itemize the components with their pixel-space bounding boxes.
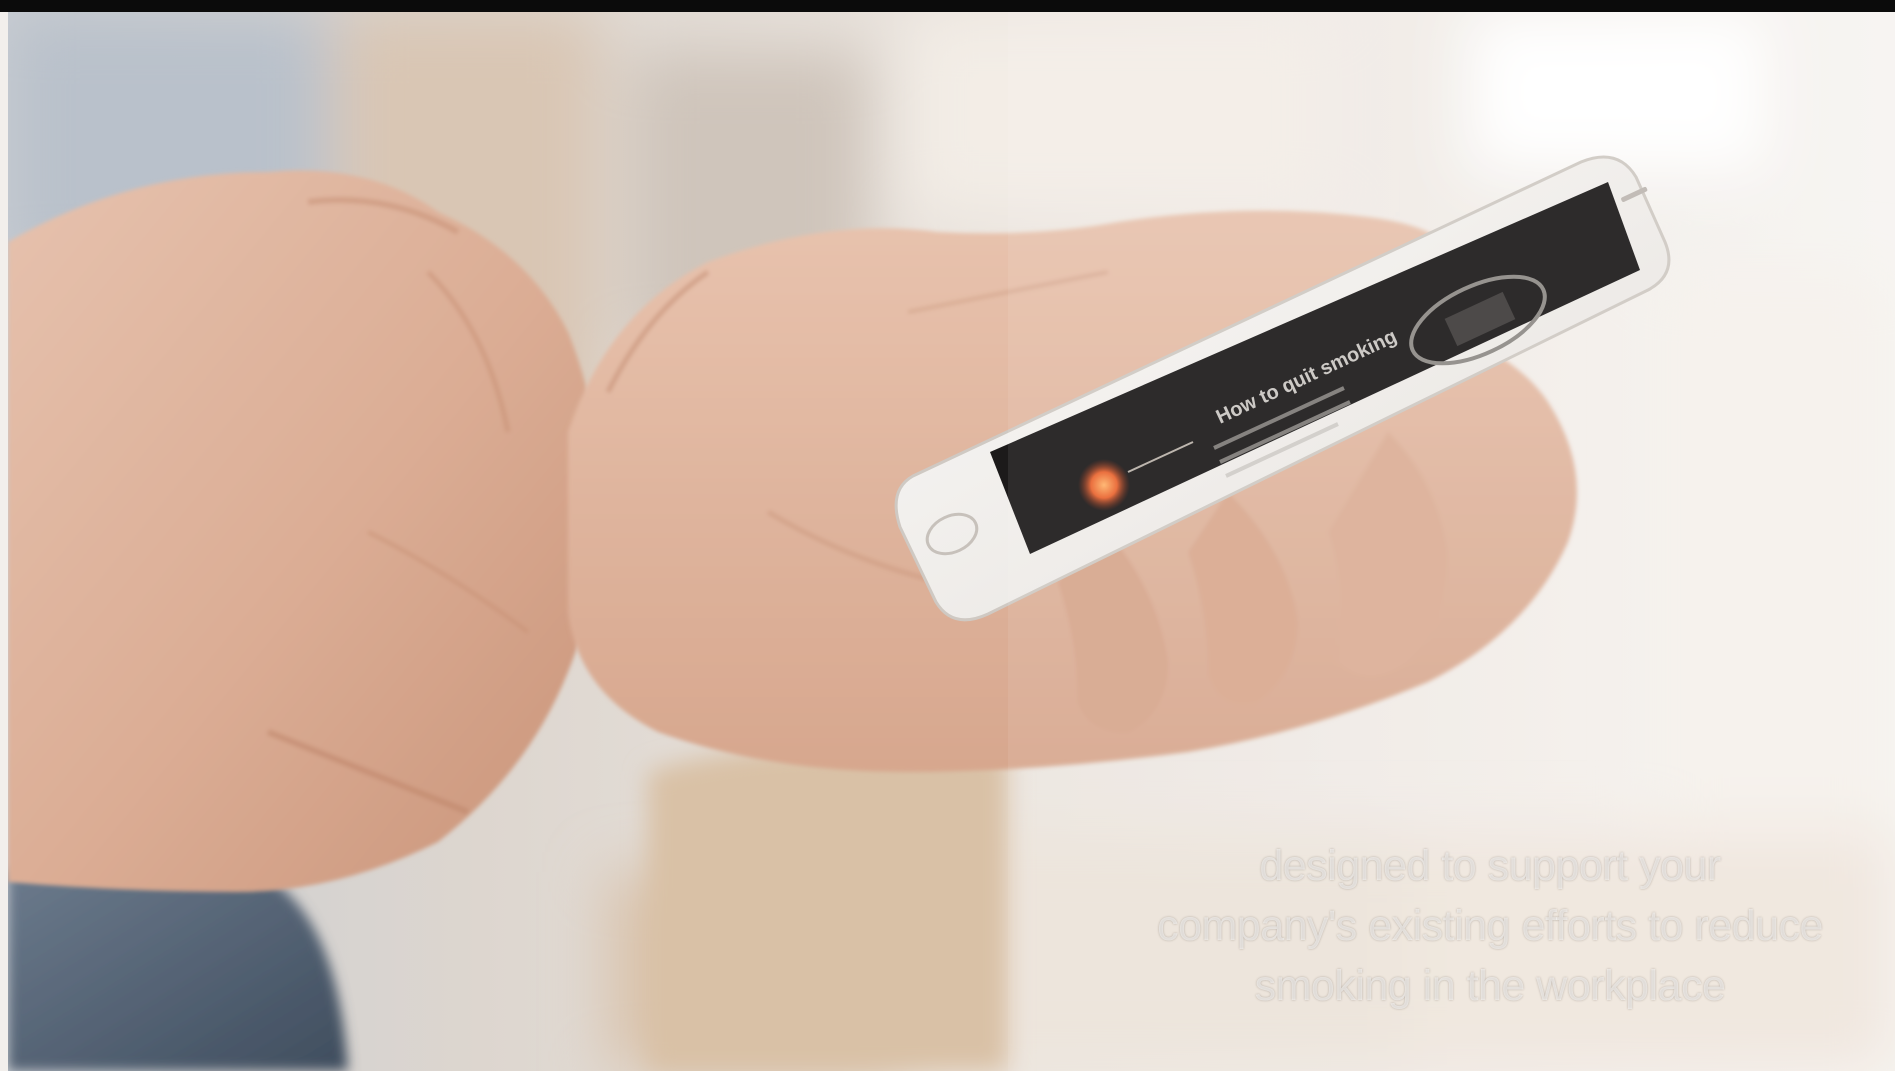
caption-line-2: company's existing efforts to reduce bbox=[1157, 902, 1823, 950]
caption-overlay: designed to support your company's exist… bbox=[1050, 836, 1895, 1016]
caption-line-1: designed to support your bbox=[1259, 842, 1721, 890]
top-border bbox=[0, 0, 1895, 12]
caption-line-3: smoking in the workplace bbox=[1254, 962, 1726, 1010]
blurred-cup bbox=[648, 745, 1008, 1071]
photo-frame: How to quit smoking designed to support … bbox=[0, 0, 1895, 1071]
